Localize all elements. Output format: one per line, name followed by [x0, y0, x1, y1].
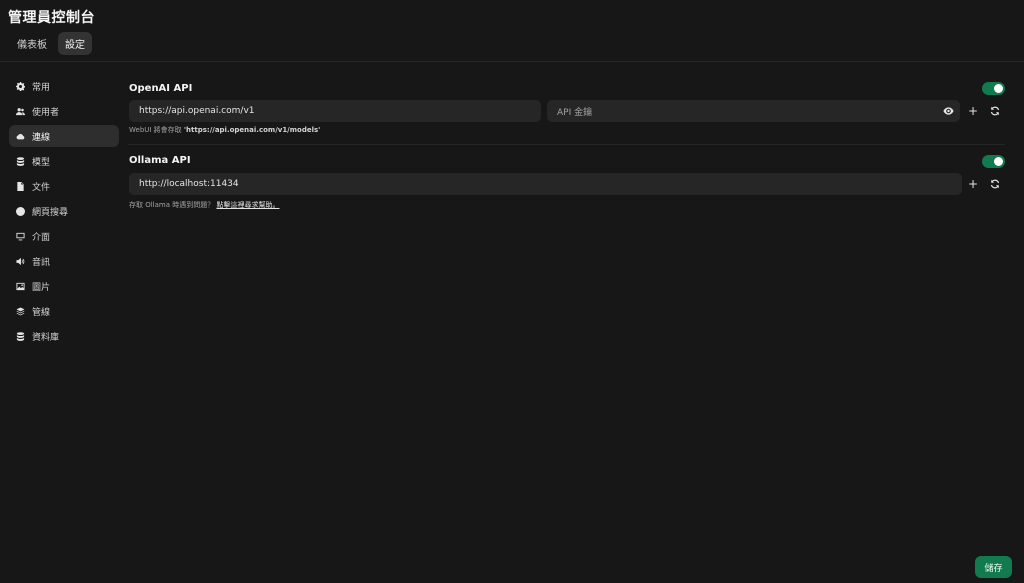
sidebar-item-images[interactable]: 圖片: [9, 275, 119, 297]
save-button[interactable]: 儲存: [975, 556, 1012, 578]
sidebar-item-connections[interactable]: 連線: [9, 125, 119, 147]
document-icon: [16, 181, 25, 191]
eye-icon[interactable]: [943, 106, 954, 116]
tab-dashboard[interactable]: 儀表板: [10, 32, 54, 55]
ollama-help-link[interactable]: 點擊這裡尋求幫助。: [216, 201, 279, 209]
ollama-toggle[interactable]: [982, 155, 1005, 168]
layers-icon: [16, 306, 25, 316]
openai-add-button[interactable]: +: [966, 104, 980, 118]
sidebar-item-label: 圖片: [32, 282, 51, 293]
monitor-icon: [16, 232, 25, 241]
openai-key-input[interactable]: API 金鑰: [547, 100, 960, 122]
openai-key-placeholder: API 金鑰: [557, 107, 593, 118]
refresh-icon: [990, 106, 1000, 116]
sidebar-item-label: 常用: [32, 82, 51, 93]
toggle-knob: [994, 84, 1003, 93]
sidebar-item-label: 模型: [32, 157, 51, 168]
openai-refresh-button[interactable]: [988, 104, 1002, 118]
openai-hint: WebUI 將會存取 'https://api.openai.com/v1/mo…: [129, 125, 320, 135]
sidebar-item-users[interactable]: 使用者: [9, 100, 119, 122]
tab-settings[interactable]: 設定: [58, 32, 92, 55]
sidebar-item-label: 音訊: [32, 257, 51, 268]
sidebar-item-label: 網頁搜尋: [32, 207, 69, 218]
openai-url-input[interactable]: https://api.openai.com/v1: [129, 100, 541, 122]
sidebar-item-interface[interactable]: 介面: [9, 225, 119, 247]
database-icon: [16, 331, 25, 341]
refresh-icon: [990, 179, 1000, 189]
sidebar-item-general[interactable]: 常用: [9, 75, 119, 97]
speaker-icon: [16, 257, 25, 266]
ollama-add-button[interactable]: +: [966, 177, 980, 191]
ollama-hint-prefix: 存取 Ollama 時遇到問題？: [129, 201, 215, 209]
database-icon: [16, 156, 25, 166]
sidebar-item-web-search[interactable]: 網頁搜尋: [9, 200, 119, 222]
sidebar-item-label: 介面: [32, 232, 51, 243]
ollama-section-title: Ollama API: [129, 155, 191, 166]
page-title: 管理員控制台: [8, 10, 95, 26]
openai-hint-prefix: WebUI 將會存取: [129, 126, 184, 134]
globe-icon: [16, 206, 25, 216]
sidebar-item-pipelines[interactable]: 管線: [9, 300, 119, 322]
sidebar-item-models[interactable]: 模型: [9, 150, 119, 172]
openai-section-title: OpenAI API: [129, 83, 193, 94]
sidebar-item-label: 連線: [32, 132, 51, 143]
openai-toggle[interactable]: [982, 82, 1005, 95]
ollama-hint: 存取 Ollama 時遇到問題？ 點擊這裡尋求幫助。: [129, 200, 279, 210]
ollama-refresh-button[interactable]: [988, 177, 1002, 191]
header: 管理員控制台 儀表板 設定: [0, 0, 1024, 62]
gear-icon: [16, 81, 25, 91]
toggle-knob: [994, 157, 1003, 166]
sidebar-item-label: 資料庫: [32, 332, 60, 343]
sidebar-item-documents[interactable]: 文件: [9, 175, 119, 197]
sidebar: 常用 使用者 連線 模型 文件 網頁搜尋 介面 音訊 圖片 管線 資料庫: [9, 75, 119, 350]
sidebar-item-database[interactable]: 資料庫: [9, 325, 119, 347]
sidebar-item-label: 文件: [32, 182, 51, 193]
openai-hint-url: 'https://api.openai.com/v1/models': [183, 126, 321, 134]
image-icon: [16, 282, 25, 291]
sidebar-item-audio[interactable]: 音訊: [9, 250, 119, 272]
cloud-icon: [16, 132, 25, 141]
sidebar-item-label: 管線: [32, 307, 51, 318]
section-divider: [128, 144, 1005, 145]
users-icon: [16, 107, 25, 116]
ollama-url-input[interactable]: http://localhost:11434: [129, 173, 962, 195]
sidebar-item-label: 使用者: [32, 107, 60, 118]
top-tabs: 儀表板 設定: [10, 32, 92, 55]
